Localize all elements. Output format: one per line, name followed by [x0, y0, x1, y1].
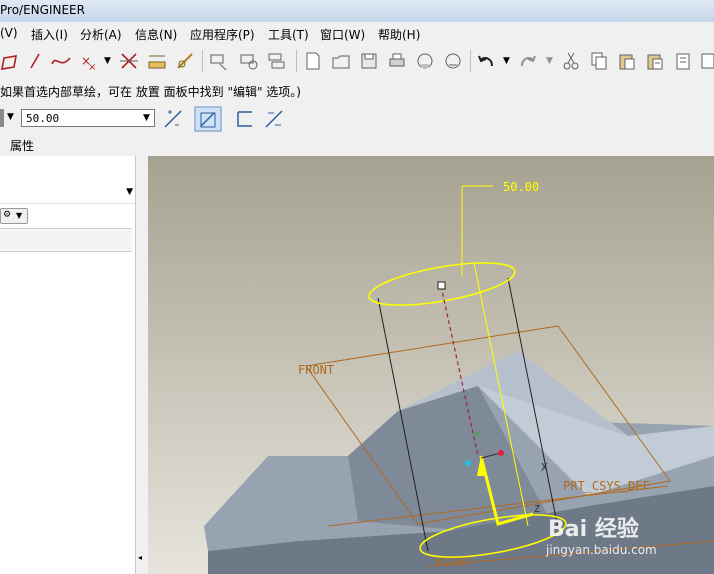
flip-direction-icon[interactable]: [162, 108, 184, 130]
undo-dropdown-arrow[interactable]: ▼: [503, 56, 510, 66]
trim-icon[interactable]: [118, 50, 140, 72]
settings-icon: ⚙: [3, 210, 12, 220]
tab-properties[interactable]: 属性: [10, 137, 34, 154]
solid-extrude-icon[interactable]: [194, 106, 222, 132]
menu-help[interactable]: 帮助(H): [378, 26, 420, 43]
status-message: 如果首选内部草绘，可在 放置 面板中找到 "编辑" 选项。): [0, 85, 301, 99]
depth-value-dropdown-arrow[interactable]: ▼: [143, 113, 150, 123]
undo-icon[interactable]: [476, 50, 498, 72]
dashboard-controls: ▼ 50.00 ▼: [0, 104, 714, 134]
model-canvas: FRONT RIGHT PRT_CSYS_DEF 50.00 X Z Bai 经…: [148, 156, 714, 574]
csys-z-label: Z: [534, 504, 540, 515]
watermark-brand: Bai 经验: [548, 516, 639, 542]
depth-option-button[interactable]: [0, 109, 4, 127]
panel-scrollbar[interactable]: ◂: [135, 156, 148, 574]
message-area: 如果首选内部草绘，可在 放置 面板中找到 "编辑" 选项。): [0, 78, 714, 104]
line-icon[interactable]: [25, 50, 47, 72]
depth-value-input[interactable]: 50.00 ▼: [21, 109, 155, 127]
depth-option-dropdown-arrow[interactable]: ▼: [7, 112, 14, 122]
new-file-icon[interactable]: [302, 50, 324, 72]
menu-analysis[interactable]: 分析(A): [80, 26, 122, 43]
point-icon[interactable]: ××: [78, 50, 100, 72]
chevron-down-icon: ▼: [16, 211, 23, 220]
send-mail-icon[interactable]: [414, 50, 436, 72]
scroll-arrow-icon[interactable]: ◂: [138, 553, 142, 562]
menu-tools[interactable]: 工具(T): [268, 26, 309, 43]
title-bar: Pro/ENGINEER: [0, 0, 714, 23]
csys-label: PRT_CSYS_DEF: [563, 479, 650, 493]
toolbar-separator: [470, 50, 471, 72]
watermark-url: jingyan.baidu.com: [545, 543, 657, 557]
open-file-icon[interactable]: [330, 50, 352, 72]
spline-icon[interactable]: [50, 50, 72, 72]
delete-icon[interactable]: [672, 50, 694, 72]
depth-dimension-label: 50.00: [503, 180, 539, 194]
csys-cyan-point: [465, 460, 471, 466]
dimension-icon[interactable]: [146, 50, 168, 72]
front-datum-label: FRONT: [298, 363, 334, 377]
constraint-icon[interactable]: [174, 50, 196, 72]
mirror-icon[interactable]: [208, 50, 230, 72]
copy-geometry-icon[interactable]: [266, 50, 288, 72]
svg-text:×: ×: [88, 62, 96, 72]
paste-icon[interactable]: [616, 50, 638, 72]
depth-value: 50.00: [26, 112, 60, 125]
menu-view[interactable]: (V): [0, 26, 18, 40]
tree-settings-button[interactable]: ⚙ ▼: [0, 208, 28, 224]
menu-info[interactable]: 信息(N): [135, 26, 177, 43]
csys-x-label: X: [541, 461, 548, 474]
surface-icon[interactable]: [234, 108, 256, 130]
toolbar-separator: [202, 50, 203, 72]
paste-special-icon[interactable]: [644, 50, 666, 72]
toolbar: × × ▼ ▼ ▼: [0, 44, 714, 79]
copy-icon[interactable]: [588, 50, 610, 72]
regenerate-icon[interactable]: [698, 50, 714, 72]
toolbar-separator: [296, 50, 297, 72]
print-icon[interactable]: [386, 50, 408, 72]
panel-selector-dropdown-arrow[interactable]: ▼: [126, 187, 133, 197]
save-icon[interactable]: [358, 50, 380, 72]
redo-dropdown-arrow[interactable]: ▼: [546, 56, 553, 66]
point-dropdown-arrow[interactable]: ▼: [104, 56, 111, 66]
model-tree-panel: ▼ ⚙ ▼ ◂: [0, 156, 149, 574]
redo-icon[interactable]: [516, 50, 538, 72]
graphics-window[interactable]: FRONT RIGHT PRT_CSYS_DEF 50.00 X Z Bai 经…: [148, 156, 714, 574]
menu-insert[interactable]: 插入(I): [31, 26, 68, 43]
csys-red-point: [498, 450, 504, 456]
rectangle-icon[interactable]: [0, 50, 22, 72]
menu-bar: (V) 插入(I) 分析(A) 信息(N) 应用程序(P) 工具(T) 窗口(W…: [0, 22, 714, 45]
remove-material-icon[interactable]: [263, 108, 285, 130]
dashboard-tabs: 属性: [0, 134, 714, 157]
csys-green-point: [475, 432, 479, 436]
send-link-icon[interactable]: [442, 50, 464, 72]
menu-applications[interactable]: 应用程序(P): [190, 26, 255, 43]
tree-header: [0, 228, 132, 252]
menu-window[interactable]: 窗口(W): [320, 26, 365, 43]
panel-selector[interactable]: ▼: [0, 183, 135, 204]
cut-icon[interactable]: [560, 50, 582, 72]
window-title: Pro/ENGINEER: [0, 3, 85, 17]
depth-drag-handle[interactable]: [437, 281, 446, 290]
rotate-icon[interactable]: [238, 50, 260, 72]
